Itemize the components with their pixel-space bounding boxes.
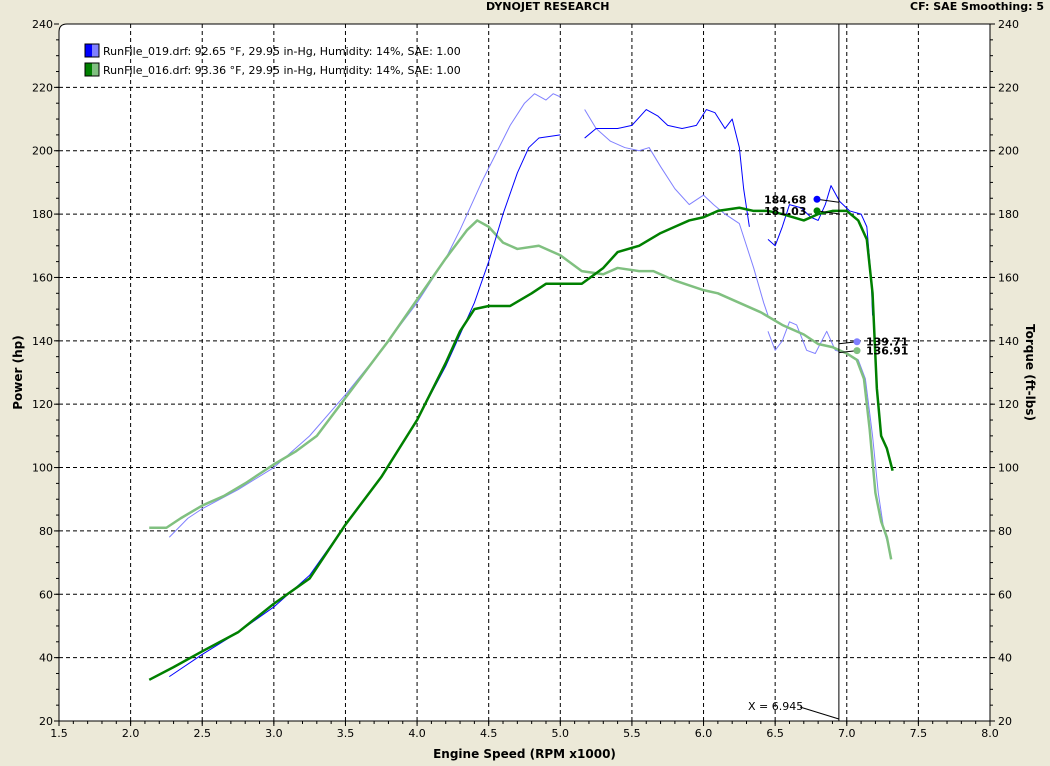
- x-tick-label: 7.0: [838, 727, 856, 740]
- y2-tick-label: 180: [998, 208, 1019, 221]
- x-tick-label: 6.0: [695, 727, 713, 740]
- x-tick-label: 3.0: [265, 727, 283, 740]
- legend-swatch: [85, 63, 92, 76]
- x-tick-label: 1.5: [50, 727, 68, 740]
- y-tick-label: 220: [32, 81, 53, 94]
- plot-area: [58, 23, 991, 722]
- y2-tick-label: 20: [998, 715, 1012, 728]
- legend-swatch: [85, 44, 92, 57]
- y-tick-label: 100: [32, 462, 53, 475]
- legend-label: RunFile_016.drf: 93.36 °F, 29.95 in-Hg, …: [103, 64, 461, 77]
- dyno-chart: 1.5 2.0 2.5 3.0 3.5 4.0 4.5 5.0 5.5 6.0 6.5 7.0 7.5 8…: [11, 18, 1037, 761]
- x-tick-label: 5.5: [623, 727, 641, 740]
- y2-tick-label: 40: [998, 652, 1012, 665]
- y-tick-label: 80: [39, 525, 53, 538]
- y-tick-label: 40: [39, 652, 53, 665]
- y-tick-label: 240: [32, 18, 53, 31]
- annotation-label: 181.03: [764, 205, 806, 218]
- x-tick-label: 4.5: [480, 727, 498, 740]
- y2-tick-label: 240: [998, 18, 1019, 31]
- annotation-label: 136.91: [866, 345, 908, 358]
- y2-axis-label: Torque (ft-lbs): [1023, 324, 1037, 421]
- y-tick-label: 200: [32, 145, 53, 158]
- legend-swatch-secondary: [92, 44, 99, 57]
- y2-tick-label: 60: [998, 588, 1012, 601]
- y2-tick-label: 140: [998, 335, 1019, 348]
- x-tick-label: 7.5: [910, 727, 928, 740]
- y-tick-label: 60: [39, 588, 53, 601]
- x-tick-label: 5.0: [552, 727, 570, 740]
- x-tick-label: 4.0: [408, 727, 426, 740]
- x-tick-label: 3.5: [337, 727, 355, 740]
- y2-tick-label: 200: [998, 145, 1019, 158]
- y2-tick-label: 160: [998, 271, 1019, 284]
- y-tick-label: 160: [32, 271, 53, 284]
- y2-tick-label: 120: [998, 398, 1019, 411]
- annotation-marker: [813, 195, 821, 203]
- legend-label: RunFile_019.drf: 92.65 °F, 29.95 in-Hg, …: [103, 45, 461, 58]
- y-tick-label: 20: [39, 715, 53, 728]
- annotation-marker: [853, 347, 861, 355]
- x-tick-label: 8.0: [981, 727, 999, 740]
- annotation-marker: [813, 207, 821, 215]
- x-tick-label: 2.5: [193, 727, 211, 740]
- x-tick-label: 2.0: [122, 727, 140, 740]
- y2-tick-label: 220: [998, 81, 1019, 94]
- cursor-label: X = 6.945: [748, 700, 803, 713]
- y2-tick-label: 80: [998, 525, 1012, 538]
- x-tick-label: 6.5: [766, 727, 784, 740]
- y-tick-label: 120: [32, 398, 53, 411]
- x-axis-label: Engine Speed (RPM x1000): [433, 747, 616, 761]
- y2-tick-label: 100: [998, 462, 1019, 475]
- annotation-marker: [853, 338, 861, 346]
- y-tick-label: 140: [32, 335, 53, 348]
- legend-swatch-secondary: [92, 63, 99, 76]
- y-axis-label: Power (hp): [11, 335, 25, 409]
- y-tick-label: 180: [32, 208, 53, 221]
